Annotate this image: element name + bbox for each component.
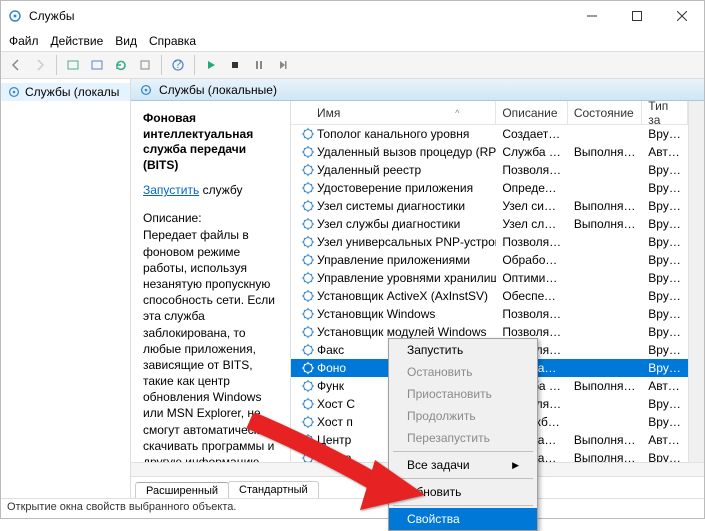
col-desc[interactable]: Описание (496, 101, 567, 125)
toolbar-icon[interactable] (62, 54, 84, 76)
pane-header: Службы (локальные) (131, 79, 704, 101)
refresh-button[interactable] (110, 54, 132, 76)
context-menu: Запустить Остановить Приостановить Продо… (388, 338, 538, 531)
menu-view[interactable]: Вид (115, 34, 137, 48)
play-button[interactable] (200, 54, 222, 76)
export-button[interactable] (134, 54, 156, 76)
services-icon (139, 83, 153, 97)
maximize-button[interactable] (614, 1, 659, 31)
ctx-restart[interactable]: Перезапустить (389, 427, 537, 449)
pause-button[interactable] (248, 54, 270, 76)
col-name[interactable]: Имя^ (291, 101, 496, 125)
description-pane: Фоновая интеллектуальная служба передачи… (131, 101, 291, 462)
close-button[interactable] (659, 1, 704, 31)
table-row[interactable]: Узел системы диагностикиУзел сист...Выпо… (291, 197, 688, 215)
services-icon (7, 85, 21, 99)
start-service-line: Запустить службу (143, 173, 280, 197)
menu-help[interactable]: Справка (149, 34, 196, 48)
minimize-button[interactable] (569, 1, 614, 31)
ctx-start[interactable]: Запустить (389, 339, 537, 361)
table-row[interactable]: Управление уровнями хранилищаОптимизи...… (291, 269, 688, 287)
pane-header-label: Службы (локальные) (159, 83, 277, 97)
col-type[interactable]: Тип за (642, 101, 688, 125)
table-row[interactable]: Установщик WindowsПозволяет...Вручну (291, 305, 688, 323)
description-label: Описание: (143, 211, 280, 225)
services-app-icon (7, 8, 23, 24)
ctx-all-tasks[interactable]: Все задачи▶ (389, 454, 537, 476)
list-header: Имя^ Описание Состояние Тип за (291, 101, 688, 125)
service-name: Фоновая интеллектуальная служба передачи… (143, 111, 280, 173)
window-title: Службы (29, 9, 569, 23)
ctx-properties[interactable]: Свойства (389, 508, 537, 530)
menubar: Файл Действие Вид Справка (1, 31, 704, 51)
table-row[interactable]: Удаленный реестрПозволяет...Вручну (291, 161, 688, 179)
description-text: Передает файлы в фоновом режиме работы, … (143, 227, 280, 462)
tab-standard[interactable]: Стандартный (228, 481, 319, 498)
scrollbar[interactable] (688, 101, 704, 462)
toolbar: ? (1, 51, 704, 79)
titlebar: Службы (1, 1, 704, 31)
col-state[interactable]: Состояние (568, 101, 642, 125)
menu-file[interactable]: Файл (9, 34, 39, 48)
table-row[interactable]: Управление приложениямиОбработк...Вручну (291, 251, 688, 269)
svg-text:?: ? (175, 58, 182, 71)
ctx-stop[interactable]: Остановить (389, 361, 537, 383)
back-button[interactable] (5, 54, 27, 76)
tree-pane: Службы (локалы (1, 79, 131, 498)
toolbar-icon[interactable] (86, 54, 108, 76)
statusbar: Открытие окна свойств выбранного объекта… (1, 498, 704, 518)
start-link[interactable]: Запустить (143, 183, 199, 197)
content-area: Службы (локалы Службы (локальные) Фонова… (1, 79, 704, 498)
help-button[interactable]: ? (167, 54, 189, 76)
table-row[interactable]: Удостоверение приложенияОпределя...Вручн… (291, 179, 688, 197)
stop-button[interactable] (224, 54, 246, 76)
services-window: Службы Файл Действие Вид Справка ? Служб… (0, 0, 705, 519)
tree-root-item[interactable]: Службы (локалы (1, 83, 130, 101)
tab-extended[interactable]: Расширенный (135, 482, 229, 498)
menu-action[interactable]: Действие (51, 34, 104, 48)
ctx-refresh[interactable]: Обновить (389, 481, 537, 503)
table-row[interactable]: Тополог канального уровняСоздает ка...Вр… (291, 125, 688, 143)
table-row[interactable]: Узел службы диагностикиУзел служ...Выпол… (291, 215, 688, 233)
table-row[interactable]: Узел универсальных PNP-устройствПозволяе… (291, 233, 688, 251)
restart-button[interactable] (272, 54, 294, 76)
ctx-pause[interactable]: Приостановить (389, 383, 537, 405)
table-row[interactable]: Установщик ActiveX (AxInstSV)Обеспечи...… (291, 287, 688, 305)
forward-button[interactable] (29, 54, 51, 76)
table-row[interactable]: Удаленный вызов процедур (RPC)Служба R..… (291, 143, 688, 161)
ctx-resume[interactable]: Продолжить (389, 405, 537, 427)
tree-root-label: Службы (локалы (25, 85, 119, 99)
